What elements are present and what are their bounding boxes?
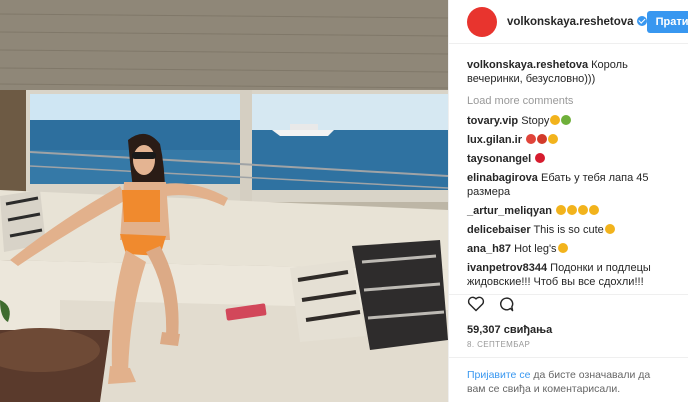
caption: volkonskaya.reshetova Король вечеринки, … bbox=[467, 58, 676, 86]
comment-item: ana_h87 Hot leg's bbox=[467, 242, 676, 256]
emoji-icon bbox=[589, 205, 600, 215]
comment-item: _artur_meliqyan bbox=[467, 204, 676, 218]
heart-icon[interactable] bbox=[467, 296, 485, 317]
comment-text: Hot leg's bbox=[514, 243, 557, 255]
comment-author[interactable]: elinabagirova bbox=[467, 172, 538, 184]
comment-author[interactable]: ana_h87 bbox=[467, 243, 511, 255]
post-header: volkonskaya.reshetova Прати bbox=[449, 0, 688, 44]
comment-author[interactable]: delicebaiser bbox=[467, 224, 531, 236]
emoji-icon bbox=[578, 205, 589, 215]
comment-text: This is so cute bbox=[533, 224, 604, 236]
comment-author[interactable]: _artur_meliqyan bbox=[467, 205, 552, 217]
emoji-icon bbox=[537, 134, 548, 144]
comment-item: taysonangel bbox=[467, 152, 676, 166]
comment-list: tovary.vip Stopy lux.gilan.ir taysonangel… bbox=[467, 114, 676, 294]
comment-author[interactable]: lux.gilan.ir bbox=[467, 134, 522, 146]
emoji-icon bbox=[561, 115, 572, 125]
emoji-icon bbox=[550, 115, 561, 125]
caption-author[interactable]: volkonskaya.reshetova bbox=[467, 59, 588, 71]
avatar[interactable] bbox=[467, 6, 497, 37]
header-username[interactable]: volkonskaya.reshetova bbox=[507, 15, 647, 28]
comments-section: volkonskaya.reshetova Король вечеринки, … bbox=[449, 44, 688, 294]
comment-text: Stopy bbox=[521, 115, 550, 127]
comment-author[interactable]: tovary.vip bbox=[467, 115, 518, 127]
load-more-comments-link[interactable]: Load more comments bbox=[467, 94, 676, 108]
comment-author[interactable]: taysonangel bbox=[467, 153, 531, 165]
post-photo[interactable] bbox=[0, 0, 448, 402]
comment-item: ivanpetrov8344 Подонки и подлецы жидовск… bbox=[467, 261, 676, 289]
comment-item: tovary.vip Stopy bbox=[467, 114, 676, 128]
follow-button[interactable]: Прати bbox=[646, 10, 688, 33]
comment-author[interactable]: ivanpetrov8344 bbox=[467, 262, 547, 274]
login-prompt: Пријавите се да бисте означавали да вам … bbox=[449, 357, 688, 396]
emoji-icon bbox=[604, 224, 615, 234]
login-link[interactable]: Пријавите се bbox=[467, 369, 530, 381]
post-frame: volkonskaya.reshetova Прати volkonskaya.… bbox=[0, 0, 688, 402]
action-bar bbox=[449, 294, 688, 318]
post-side-panel: volkonskaya.reshetova Прати volkonskaya.… bbox=[448, 0, 688, 402]
comment-item: elinabagirova Ебать у тебя лапа 45 разме… bbox=[467, 171, 676, 199]
emoji-icon bbox=[557, 243, 568, 253]
emoji-icon bbox=[556, 205, 567, 215]
emoji-icon bbox=[548, 134, 559, 144]
emoji-icon bbox=[567, 205, 578, 215]
emoji-icon bbox=[526, 134, 537, 144]
verified-icon bbox=[636, 15, 647, 26]
likes-count[interactable]: 59,307 свиђања bbox=[449, 318, 688, 336]
comment-item: lux.gilan.ir bbox=[467, 133, 676, 147]
comment-item: delicebaiser This is so cute bbox=[467, 223, 676, 237]
emoji-icon bbox=[535, 153, 546, 163]
comment-icon[interactable] bbox=[497, 296, 515, 317]
post-date: 8. СЕПТЕМБАР bbox=[467, 340, 531, 349]
